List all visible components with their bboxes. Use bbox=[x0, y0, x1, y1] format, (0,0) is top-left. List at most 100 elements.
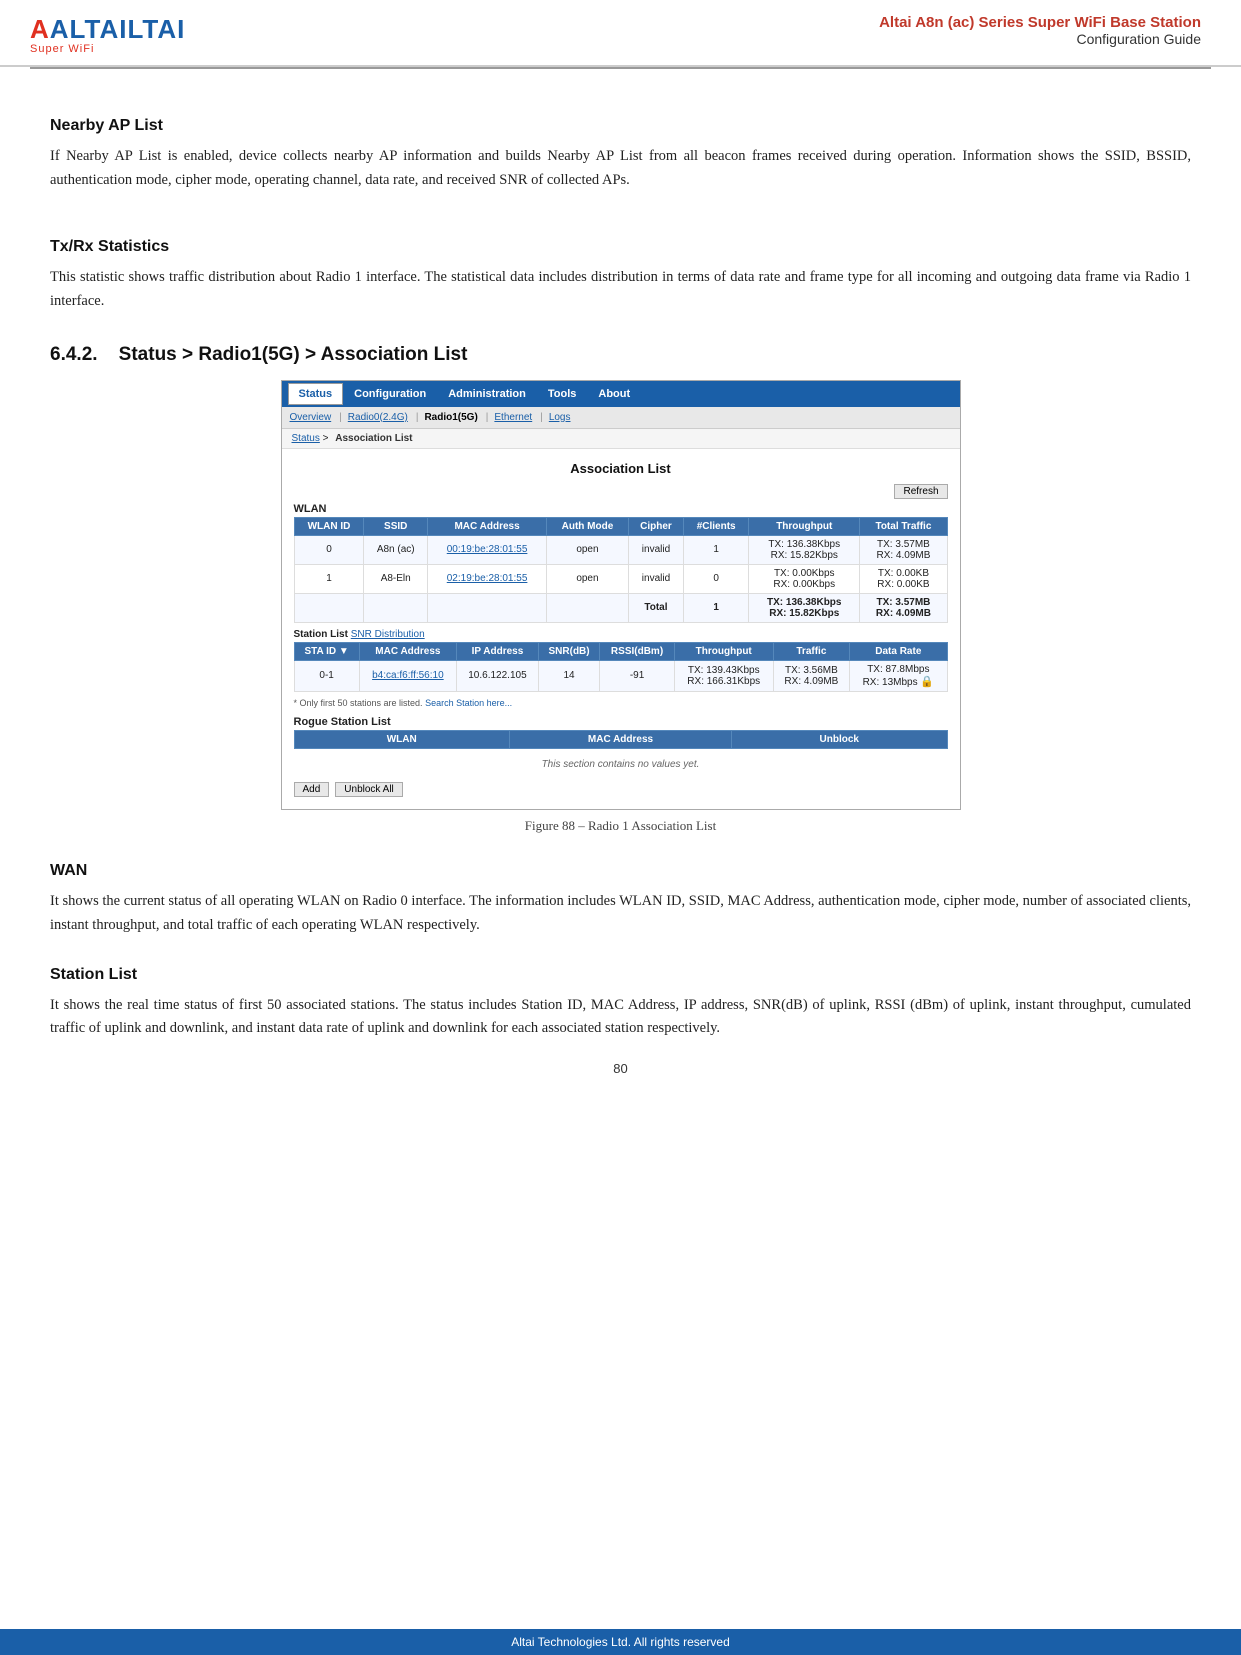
logo-rest: ALTAI bbox=[50, 14, 128, 44]
nav-tab-status[interactable]: Status bbox=[288, 383, 344, 405]
cell-mac: b4:ca:f6:ff:56:10 bbox=[359, 660, 456, 691]
header-title-area: Altai A8n (ac) Series Super WiFi Base St… bbox=[879, 14, 1201, 47]
subnav-radio5[interactable]: Radio1(5G) bbox=[424, 412, 477, 423]
mac-link[interactable]: 00:19:be:28:01:55 bbox=[447, 544, 528, 555]
cell-mac: 02:19:be:28:01:55 bbox=[427, 564, 546, 593]
bottom-buttons: Add Unblock All bbox=[294, 782, 948, 797]
logo-altai: AALTAILTAI bbox=[30, 14, 185, 45]
subnav-ethernet[interactable]: Ethernet bbox=[494, 412, 532, 423]
cell-clients: 0 bbox=[684, 564, 749, 593]
assoc-list-title: Association List bbox=[294, 461, 948, 476]
col-unblock: Unblock bbox=[732, 730, 948, 748]
txrx-heading: Tx/Rx Statistics bbox=[50, 238, 1191, 256]
breadcrumb-status[interactable]: Status bbox=[292, 433, 320, 444]
cell-wlan-id: 0 bbox=[294, 535, 364, 564]
logo-accent: A bbox=[30, 14, 50, 44]
col-throughput: Throughput bbox=[749, 517, 860, 535]
cell-traffic: TX: 3.56MBRX: 4.09MB bbox=[773, 660, 850, 691]
cell-clients: 1 bbox=[684, 535, 749, 564]
snr-distribution-link[interactable]: SNR Distribution bbox=[351, 629, 425, 640]
unblock-all-button[interactable]: Unblock All bbox=[335, 782, 402, 797]
col-mac-rogue: MAC Address bbox=[509, 730, 731, 748]
col-ip-addr: IP Address bbox=[457, 642, 539, 660]
cell-empty bbox=[427, 593, 546, 622]
cell-traffic: TX: 3.57MBRX: 4.09MB bbox=[860, 535, 947, 564]
col-wlan: WLAN bbox=[294, 730, 509, 748]
station-table: STA ID ▼ MAC Address IP Address SNR(dB) … bbox=[294, 642, 948, 692]
col-cipher: Cipher bbox=[628, 517, 684, 535]
nav-tab-administration[interactable]: Administration bbox=[437, 383, 537, 405]
header-title-sub: Configuration Guide bbox=[879, 31, 1201, 47]
add-button[interactable]: Add bbox=[294, 782, 330, 797]
subnav-radio24[interactable]: Radio0(2.4G) bbox=[348, 412, 408, 423]
cell-snr: 14 bbox=[538, 660, 599, 691]
refresh-button[interactable]: Refresh bbox=[894, 484, 947, 499]
nav-tab-tools[interactable]: Tools bbox=[537, 383, 588, 405]
sub-nav: Overview | Radio0(2.4G) | Radio1(5G) | E… bbox=[282, 407, 960, 429]
cell-total-label: Total bbox=[628, 593, 684, 622]
cell-ssid: A8-Eln bbox=[364, 564, 427, 593]
subnav-overview[interactable]: Overview bbox=[290, 412, 332, 423]
chapter-title: Status > Radio1(5G) > Association List bbox=[119, 344, 468, 365]
search-station-link[interactable]: Search Station here... bbox=[425, 698, 512, 708]
cell-empty bbox=[294, 593, 364, 622]
cell-empty bbox=[547, 593, 629, 622]
nearby-ap-body: If Nearby AP List is enabled, device col… bbox=[50, 145, 1191, 193]
cell-throughput: TX: 139.43KbpsRX: 166.31Kbps bbox=[674, 660, 773, 691]
table-row: 0 A8n (ac) 00:19:be:28:01:55 open invali… bbox=[294, 535, 947, 564]
table-row: 1 A8-Eln 02:19:be:28:01:55 open invalid … bbox=[294, 564, 947, 593]
station-mac-link[interactable]: b4:ca:f6:ff:56:10 bbox=[372, 670, 444, 681]
cell-data-rate: TX: 87.8MbpsRX: 13Mbps 🔒 bbox=[850, 660, 947, 691]
col-sta-id[interactable]: STA ID ▼ bbox=[294, 642, 359, 660]
col-clients: #Clients bbox=[684, 517, 749, 535]
footer: Altai Technologies Ltd. All rights reser… bbox=[0, 1629, 1241, 1655]
cell-rssi: -91 bbox=[600, 660, 675, 691]
nav-bar: Status Configuration Administration Tool… bbox=[282, 381, 960, 407]
col-snr: SNR(dB) bbox=[538, 642, 599, 660]
table-row-total: Total 1 TX: 136.38KbpsRX: 15.82Kbps TX: … bbox=[294, 593, 947, 622]
cell-total-throughput: TX: 136.38KbpsRX: 15.82Kbps bbox=[749, 593, 860, 622]
col-wlan-id: WLAN ID bbox=[294, 517, 364, 535]
main-content: Nearby AP List If Nearby AP List is enab… bbox=[0, 69, 1241, 1124]
cell-cipher: invalid bbox=[628, 535, 684, 564]
cell-throughput: TX: 136.38KbpsRX: 15.82Kbps bbox=[749, 535, 860, 564]
col-traffic: Total Traffic bbox=[860, 517, 947, 535]
nav-tab-about[interactable]: About bbox=[587, 383, 641, 405]
station-list-link-label: Station List bbox=[294, 629, 351, 640]
refresh-row: Refresh bbox=[294, 484, 948, 499]
header-title-main: Altai A8n (ac) Series Super WiFi Base St… bbox=[879, 14, 1201, 31]
cell-empty bbox=[364, 593, 427, 622]
col-traffic: Traffic bbox=[773, 642, 850, 660]
page-number: 80 bbox=[50, 1061, 1191, 1076]
cell-ip: 10.6.122.105 bbox=[457, 660, 539, 691]
station-snr-label: Station List SNR Distribution bbox=[294, 629, 948, 640]
wlan-label: WLAN bbox=[294, 503, 948, 515]
station-list-body: It shows the real time status of first 5… bbox=[50, 994, 1191, 1042]
txrx-body: This statistic shows traffic distributio… bbox=[50, 266, 1191, 314]
station-list-heading: Station List bbox=[50, 966, 1191, 984]
wan-body: It shows the current status of all opera… bbox=[50, 890, 1191, 938]
footer-text: Altai Technologies Ltd. All rights reser… bbox=[511, 1635, 730, 1649]
wan-heading: WAN bbox=[50, 862, 1191, 880]
cell-throughput: TX: 0.00KbpsRX: 0.00Kbps bbox=[749, 564, 860, 593]
cell-ssid: A8n (ac) bbox=[364, 535, 427, 564]
cell-cipher: invalid bbox=[628, 564, 684, 593]
mac-link[interactable]: 02:19:be:28:01:55 bbox=[447, 573, 528, 584]
table-row: 0-1 b4:ca:f6:ff:56:10 10.6.122.105 14 -9… bbox=[294, 660, 947, 691]
chapter-number: 6.4.2. bbox=[50, 344, 98, 365]
col-mac: MAC Address bbox=[427, 517, 546, 535]
wlan-table: WLAN ID SSID MAC Address Auth Mode Ciphe… bbox=[294, 517, 948, 623]
col-rssi: RSSI(dBm) bbox=[600, 642, 675, 660]
rogue-no-data: This section contains no values yet. bbox=[294, 753, 948, 776]
col-mac-addr: MAC Address bbox=[359, 642, 456, 660]
chapter-heading: 6.4.2. Status > Radio1(5G) > Association… bbox=[50, 344, 1191, 366]
nearby-ap-heading: Nearby AP List bbox=[50, 117, 1191, 135]
cell-sta-id: 0-1 bbox=[294, 660, 359, 691]
cell-auth: open bbox=[547, 564, 629, 593]
cell-mac: 00:19:be:28:01:55 bbox=[427, 535, 546, 564]
col-data-rate: Data Rate bbox=[850, 642, 947, 660]
cell-traffic: TX: 0.00KBRX: 0.00KB bbox=[860, 564, 947, 593]
subnav-logs[interactable]: Logs bbox=[549, 412, 571, 423]
ui-screenshot: Status Configuration Administration Tool… bbox=[281, 380, 961, 810]
nav-tab-configuration[interactable]: Configuration bbox=[343, 383, 437, 405]
